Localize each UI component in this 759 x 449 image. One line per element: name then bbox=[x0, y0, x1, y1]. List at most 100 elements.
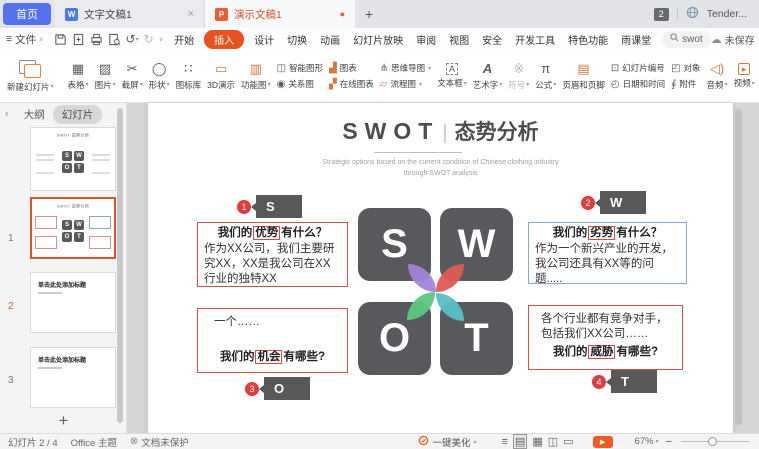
search-input[interactable]: swot bbox=[662, 31, 711, 48]
tab-devtools[interactable]: 开发工具 bbox=[512, 30, 558, 49]
picture-button[interactable]: ▨ 图片▾ bbox=[93, 62, 118, 91]
file-menu[interactable]: ≡ 文件 ∨ bbox=[6, 32, 44, 47]
opportunities-textbox[interactable]: 一个…… 我们的机会有哪些? bbox=[197, 308, 348, 373]
threats-textbox[interactable]: 各个行业都有竞争对手，包括我们XX公司…… 我们的威胁有哪些? bbox=[528, 305, 683, 370]
slide-thumbnail-1[interactable]: SWOT 态势分析 S W O T bbox=[30, 127, 116, 191]
notes-toggle-icon[interactable]: ≡ bbox=[501, 436, 507, 448]
letter-tag-w[interactable]: W bbox=[600, 191, 646, 214]
tab-security[interactable]: 安全 bbox=[479, 30, 505, 49]
header-footer-button[interactable]: ▤ 页眉和页脚 bbox=[560, 62, 607, 91]
slide-title[interactable]: SWOT | 态势分析 bbox=[148, 116, 733, 146]
close-icon[interactable]: × bbox=[188, 8, 194, 20]
undo-icon: ↺ bbox=[126, 32, 136, 46]
flowchart-button[interactable]: ▱流程图▾ bbox=[380, 78, 431, 90]
slide-thumbnail-4[interactable]: 单击此处添加标题 bbox=[30, 347, 116, 408]
zoom-level[interactable]: 67% ▾ bbox=[635, 436, 659, 447]
3d-presentation-button[interactable]: ▭ 3D演示 bbox=[205, 62, 237, 91]
shapes-icon: ◯ bbox=[152, 62, 167, 77]
mini-tile: W bbox=[74, 151, 84, 161]
caret-down-icon: ▾ bbox=[167, 81, 170, 88]
online-chart-button[interactable]: ▞在线图表 bbox=[329, 78, 374, 90]
screenshot-button[interactable]: ✂ 截屏▾ bbox=[120, 62, 145, 91]
audio-button[interactable]: ◁) 音频▾ bbox=[705, 62, 730, 91]
mindmap-button[interactable]: ⋔思维导图▾ bbox=[380, 62, 431, 74]
table-icon: ▦ bbox=[72, 62, 84, 77]
beautify-button[interactable]: 一键美化 ▴ bbox=[418, 435, 476, 449]
letter-tag-s[interactable]: S bbox=[256, 195, 302, 218]
slide-subtitle[interactable]: Strategic options based on the current c… bbox=[148, 158, 733, 179]
tab-animation[interactable]: 动画 bbox=[317, 30, 343, 49]
add-slide-button[interactable]: + bbox=[0, 411, 127, 431]
titlebar: 首页 W 文字文稿1 × P 演示文稿1 ● + 2 Tender... bbox=[0, 0, 759, 28]
table-button[interactable]: ▦ 表格▾ bbox=[66, 62, 91, 91]
doc-tab-writer[interactable]: W 文字文稿1 × bbox=[55, 0, 205, 28]
video-icon: ▸ bbox=[738, 63, 751, 75]
zoom-slider[interactable] bbox=[681, 441, 749, 442]
caret-down-icon: ▾ bbox=[136, 36, 139, 43]
export-button[interactable] bbox=[72, 33, 85, 46]
save-button[interactable] bbox=[54, 33, 67, 46]
reading-view-icon[interactable]: ◫ bbox=[548, 435, 558, 448]
save-status[interactable]: ☁ 未保存 · bbox=[711, 32, 759, 47]
tab-insert[interactable]: 插入 bbox=[204, 30, 244, 49]
doc-tab-label: 演示文稿1 bbox=[234, 7, 282, 22]
hamburger-icon: ≡ bbox=[6, 33, 12, 45]
redo-button[interactable]: ↻ bbox=[144, 32, 154, 46]
collapse-sidebar-icon[interactable]: ‹ bbox=[5, 108, 9, 120]
weaknesses-textbox[interactable]: 我们的劣势有什么？ 作为一个新兴产业的开发，我公司还具有XX等的问题..... bbox=[528, 222, 687, 284]
symbol-button: ※ 符号▾ bbox=[506, 62, 531, 91]
relation-chart-button[interactable]: ◉关系图 bbox=[277, 78, 323, 90]
wordart-button[interactable]: A 艺术字▾ bbox=[471, 62, 505, 91]
tab-view[interactable]: 视图 bbox=[446, 30, 472, 49]
slide-sorter-view-icon[interactable]: ▦ bbox=[532, 435, 542, 448]
canvas-scrollbar[interactable] bbox=[735, 109, 742, 425]
normal-view-icon[interactable]: ▤ bbox=[513, 434, 527, 449]
tab-review[interactable]: 审阅 bbox=[413, 30, 439, 49]
icon-library-button[interactable]: ∷ 图标库 bbox=[174, 62, 204, 91]
doc-tab-presentation[interactable]: P 演示文稿1 ● bbox=[205, 0, 355, 28]
video-button[interactable]: ▸ 视频▾ bbox=[732, 63, 757, 89]
textbox-button[interactable]: A 文本框▾ bbox=[435, 63, 469, 89]
formula-button[interactable]: π 公式▾ bbox=[533, 62, 558, 91]
chart-button[interactable]: ▟图表 bbox=[329, 62, 374, 74]
new-tab-button[interactable]: + bbox=[355, 6, 383, 22]
letter-tag-t[interactable]: T bbox=[611, 370, 657, 393]
slide-number-button[interactable]: ⊡幻灯片编号 bbox=[611, 62, 665, 74]
tab-special-features[interactable]: 特色功能 bbox=[565, 30, 611, 49]
datetime-button[interactable]: ◴日期和时间 bbox=[611, 78, 665, 90]
new-slide-button[interactable]: 新建幻灯片▾ bbox=[3, 60, 58, 93]
function-chart-button[interactable]: ▥ 功能图▾ bbox=[239, 62, 273, 91]
tab-transition[interactable]: 切换 bbox=[284, 30, 310, 49]
strengths-textbox[interactable]: 我们的优势有什么？ 作为XX公司，我们主要研究XX，XX是我公司在XX行业的独特… bbox=[197, 222, 348, 287]
attachment-button[interactable]: ∮附件 bbox=[671, 78, 700, 90]
message-count-badge[interactable]: 2 bbox=[654, 8, 669, 21]
zoom-out-button[interactable]: − bbox=[666, 436, 672, 448]
zoom-slider-thumb[interactable] bbox=[708, 437, 717, 446]
slide-thumbnail-2-selected[interactable]: SWOT 态势分析 S W O T bbox=[30, 197, 116, 259]
slideshow-view-icon[interactable]: ▭ bbox=[563, 435, 573, 448]
sidebar-scrollbar[interactable] bbox=[117, 108, 123, 423]
print-preview-button[interactable] bbox=[108, 33, 121, 46]
smartart-button[interactable]: ◫智能图形 bbox=[277, 62, 323, 74]
shapes-button[interactable]: ◯ 形状▾ bbox=[147, 62, 172, 91]
tab-home[interactable]: 开始 bbox=[171, 30, 197, 49]
user-account[interactable]: Tender... bbox=[707, 8, 747, 20]
protection-status[interactable]: ⊗ 文档未保护 bbox=[130, 435, 189, 449]
slide-thumbnail-3[interactable]: 单击此处添加标题 bbox=[30, 272, 116, 333]
slide-2-canvas[interactable]: SWOT | 态势分析 Strategic options based on t… bbox=[148, 103, 733, 433]
tab-slides[interactable]: 幻灯片 bbox=[53, 105, 103, 124]
search-icon bbox=[670, 33, 679, 45]
tab-rain-classroom[interactable]: 雨课堂 bbox=[618, 30, 654, 49]
ribbon-insert: 新建幻灯片▾ ▦ 表格▾ ▨ 图片▾ ✂ 截屏▾ ◯ 形状▾ ∷ 图标库 ▭ 3… bbox=[0, 50, 759, 103]
tab-slideshow[interactable]: 幻灯片放映 bbox=[350, 30, 406, 49]
tab-design[interactable]: 设计 bbox=[251, 30, 277, 49]
home-tab[interactable]: 首页 bbox=[3, 3, 51, 25]
print-button[interactable] bbox=[90, 33, 103, 46]
caret-up-icon: ▴ bbox=[473, 438, 476, 445]
customize-toolbar-button[interactable]: ∨ bbox=[159, 36, 163, 43]
object-button[interactable]: ◰对象 bbox=[671, 62, 700, 74]
tab-outline[interactable]: 大纲 bbox=[24, 107, 45, 122]
play-slideshow-button[interactable]: ▶ bbox=[593, 436, 613, 448]
undo-button[interactable]: ↺▾ bbox=[126, 32, 139, 46]
letter-tag-o[interactable]: O bbox=[264, 377, 310, 400]
